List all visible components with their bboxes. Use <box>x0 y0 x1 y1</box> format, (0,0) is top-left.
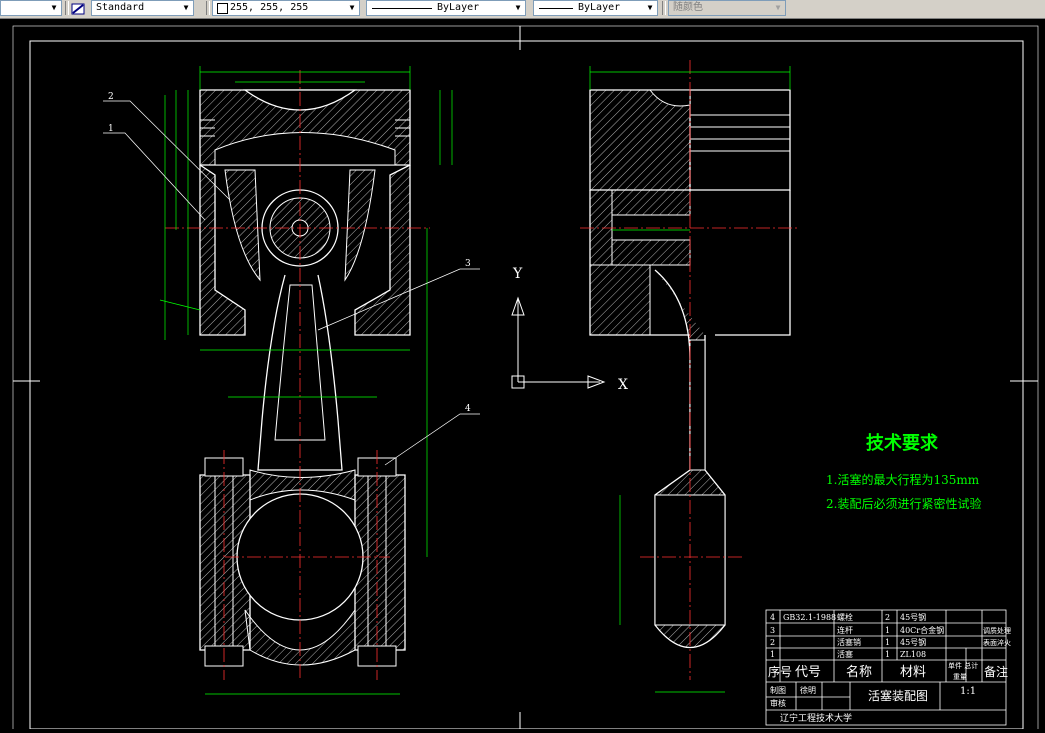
color-swatch <box>217 3 228 14</box>
dim-style-icon[interactable] <box>71 1 87 15</box>
tb-no: 2 <box>770 638 775 647</box>
drawing-canvas[interactable]: 2 1 3 4 Y X 技术要求 1.活塞的最大行程为135mm 2.装配后必须… <box>0 19 1045 733</box>
tb-title: 活塞装配图 <box>868 688 928 703</box>
lineweight-value: ByLayer <box>578 2 621 13</box>
plot-style-value: 随颜色 <box>673 2 703 13</box>
toolbar-separator <box>65 1 69 15</box>
lineweight-select[interactable]: ByLayer ▼ <box>533 0 658 16</box>
tech-req-2: 2.装配后必须进行紧密性试验 <box>826 496 981 511</box>
color-select[interactable]: 255, 255, 255 ▼ <box>212 0 360 16</box>
chevron-down-icon: ▼ <box>183 3 189 12</box>
ucs-x-label: X <box>618 377 628 393</box>
sheet-frame <box>12 25 1039 733</box>
piston-front-view: 2 1 3 4 <box>103 66 480 695</box>
properties-toolbar: ▼ Standard ▼ 255, 255, 255 ▼ ByLayer ▼ B… <box>0 0 1045 19</box>
balloon-label: 4 <box>465 404 471 414</box>
toolbar-separator <box>662 1 666 15</box>
balloon-label: 2 <box>108 92 114 102</box>
tb-qty: 1 <box>885 638 890 647</box>
chevron-down-icon: ▼ <box>775 3 781 12</box>
dim-style-value: Standard <box>96 2 145 13</box>
tb-hdr-weight2: 重量 <box>953 673 967 681</box>
dim-style-select[interactable]: Standard ▼ <box>91 0 194 16</box>
linetype-value: ByLayer <box>437 2 480 13</box>
tb-hdr-no: 序号 <box>768 664 792 679</box>
tb-mat: ZL108 <box>900 650 926 659</box>
balloon-label: 1 <box>108 124 114 134</box>
tb-no: 4 <box>770 613 775 622</box>
chevron-down-icon: ▼ <box>647 3 653 12</box>
linetype-select[interactable]: ByLayer ▼ <box>366 0 526 16</box>
tb-school: 辽宁工程技术大学 <box>780 712 852 724</box>
tb-hdr-note: 备注 <box>984 664 1008 679</box>
tb-name: 螺栓 <box>837 612 853 622</box>
tech-req-1: 1.活塞的最大行程为135mm <box>826 472 980 487</box>
prev-dropdown[interactable]: ▼ <box>0 0 62 16</box>
toolbar-separator <box>206 1 210 15</box>
plot-style-select[interactable]: 随颜色 ▼ <box>668 0 786 16</box>
line-sample <box>372 8 432 9</box>
tb-qty: 1 <box>885 650 890 659</box>
tb-designer: 徐明 <box>800 685 816 695</box>
tb-qty: 1 <box>885 626 890 635</box>
ucs-y-label: Y <box>512 266 523 282</box>
tb-hdr-name: 名称 <box>846 664 872 680</box>
chevron-down-icon: ▼ <box>349 3 355 12</box>
tb-scale: 1:1 <box>960 686 976 697</box>
chevron-down-icon: ▼ <box>515 3 521 12</box>
tb-note: 调质处理 <box>983 626 1011 635</box>
line-sample <box>539 8 573 9</box>
tb-hdr-code: 代号 <box>795 665 821 680</box>
tb-qty: 2 <box>885 613 890 622</box>
tb-mat: 40Cr合金钢 <box>900 625 944 635</box>
tb-name: 活塞销 <box>837 637 861 647</box>
tb-hdr-weight: 单件 总计 <box>948 661 978 670</box>
tb-name: 连杆 <box>837 625 853 635</box>
chevron-down-icon: ▼ <box>51 3 57 12</box>
tb-draw-label: 制图 <box>770 685 786 695</box>
tb-name: 活塞 <box>837 649 853 659</box>
piston-side-view <box>580 60 800 693</box>
tb-mat: 45号钢 <box>900 637 926 647</box>
tech-req-title: 技术要求 <box>866 432 939 454</box>
tb-hdr-mat: 材料 <box>900 665 926 680</box>
tb-no: 3 <box>770 626 775 635</box>
tb-note: 表面淬火 <box>983 638 1011 647</box>
tb-code: GB32.1-1988 <box>783 613 836 622</box>
color-value: 255, 255, 255 <box>230 2 309 13</box>
balloon-label: 3 <box>465 259 471 269</box>
tb-no: 1 <box>770 650 775 659</box>
tb-check-label: 审核 <box>770 698 786 708</box>
tb-mat: 45号钢 <box>900 612 926 622</box>
